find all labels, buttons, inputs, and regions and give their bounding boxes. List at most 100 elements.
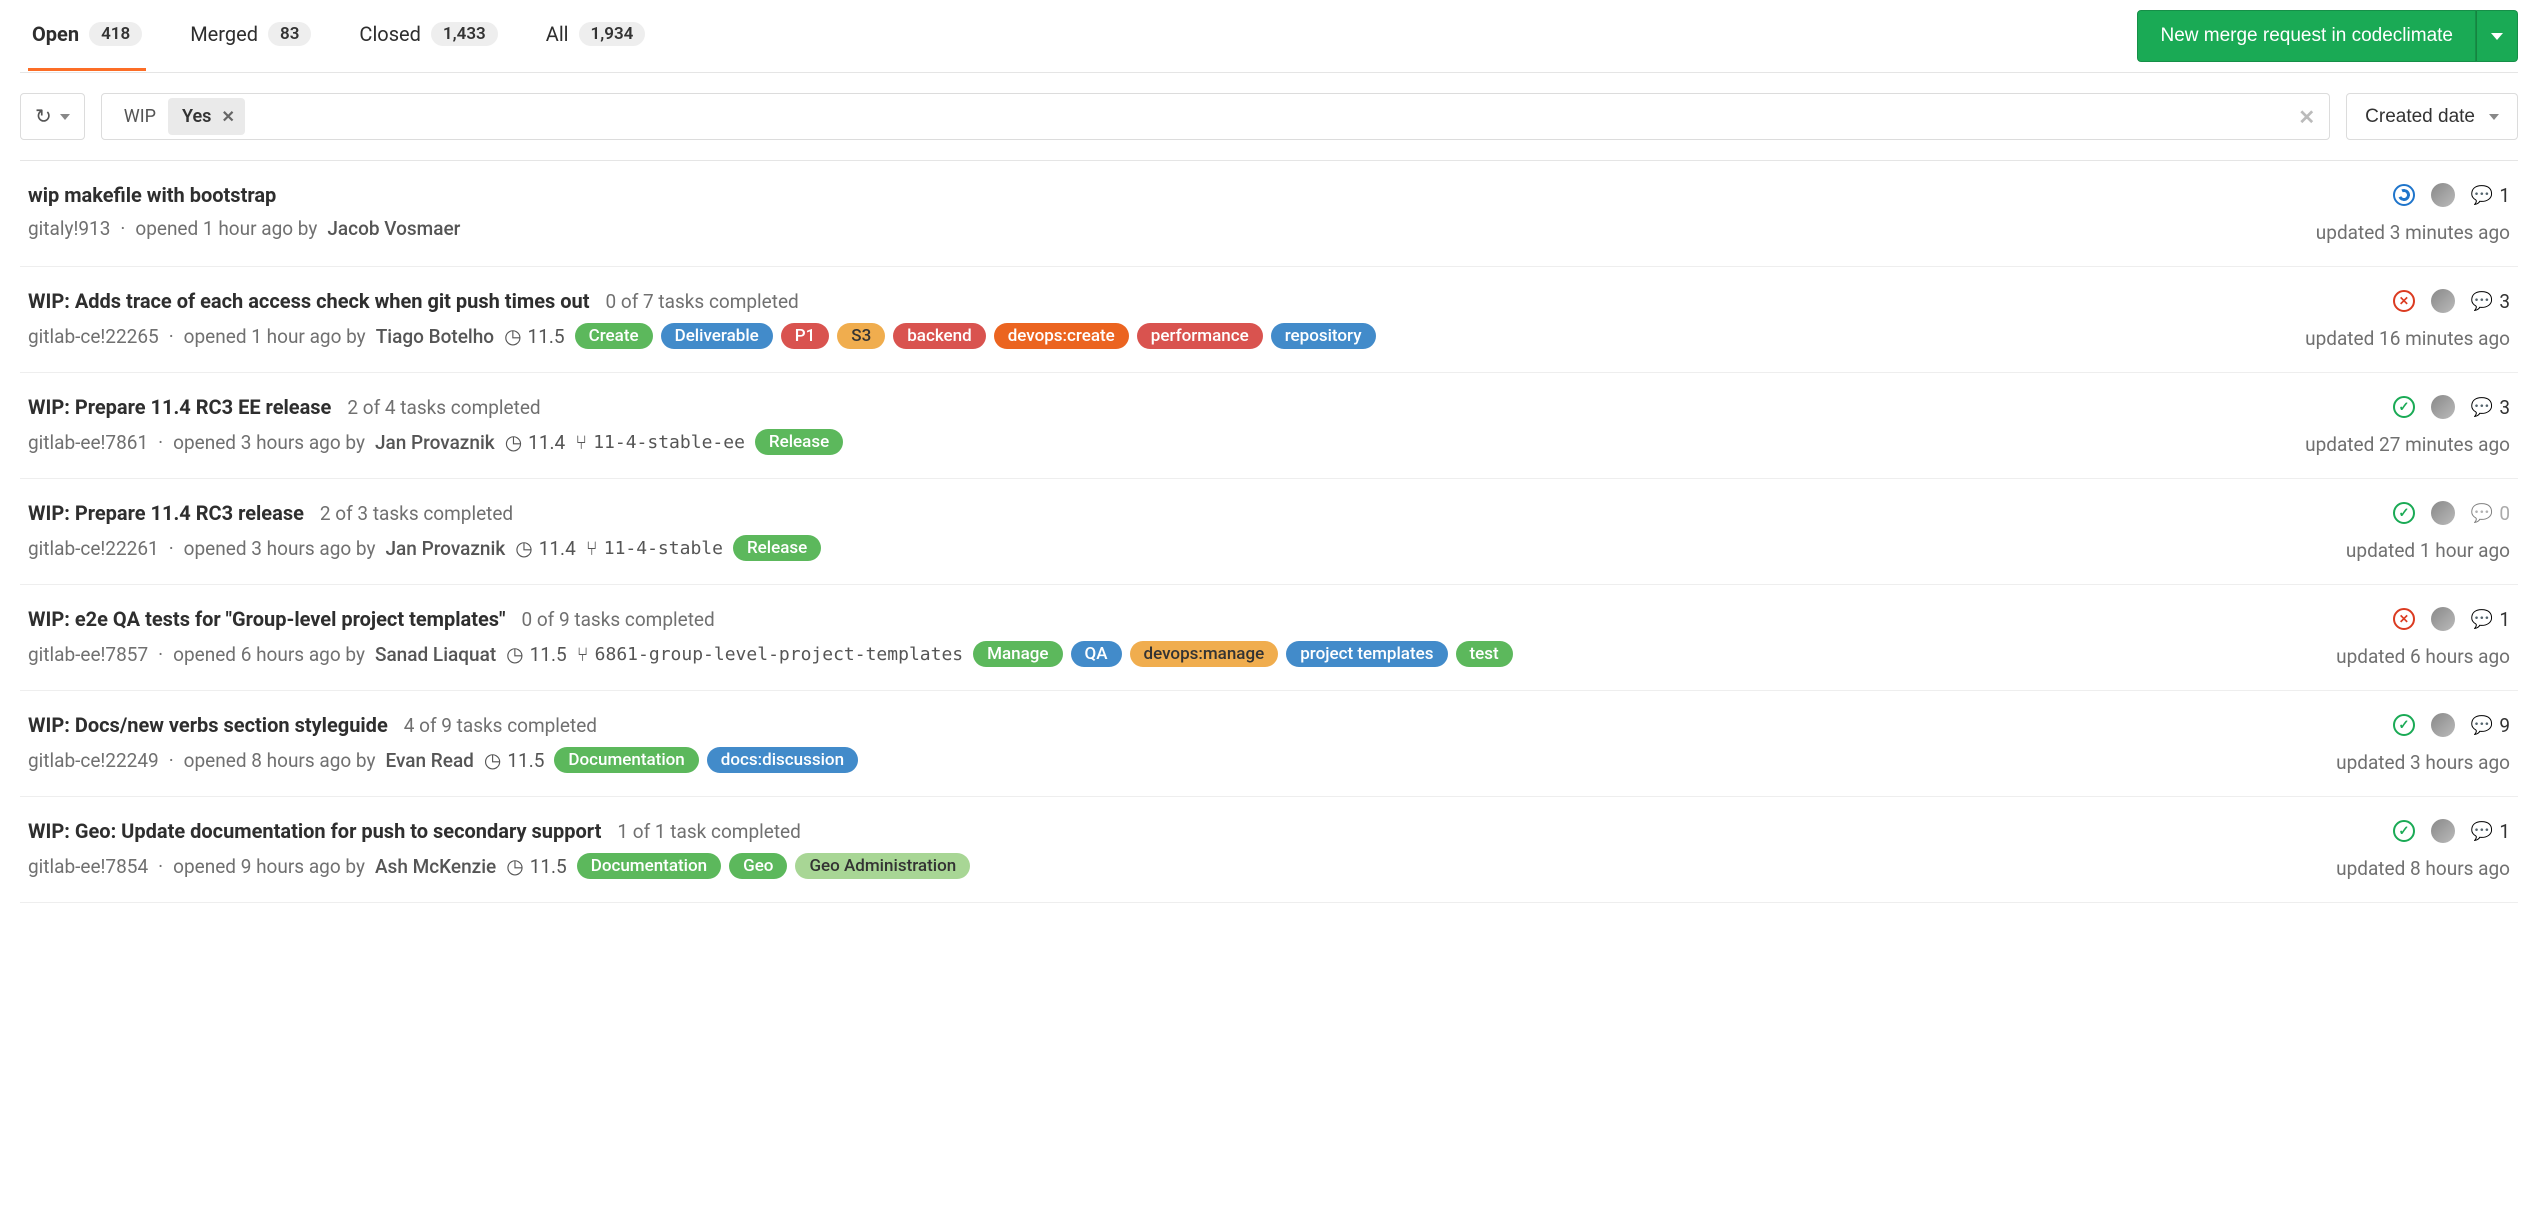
pipeline-status-failed-icon[interactable] — [2393, 608, 2415, 630]
filter-search-input[interactable]: WIP Yes ✕ ✕ — [101, 93, 2330, 140]
mr-title-link[interactable]: wip makefile with bootstrap — [28, 183, 276, 207]
comments-link[interactable]: 💬3 — [2471, 396, 2510, 419]
clock-icon — [504, 324, 521, 348]
label-chip[interactable]: devops:create — [994, 323, 1129, 349]
mr-status-row: 💬1 — [2393, 607, 2510, 631]
mr-title-link[interactable]: WIP: Adds trace of each access check whe… — [28, 289, 590, 313]
mr-title-link[interactable]: WIP: Prepare 11.4 RC3 release — [28, 501, 304, 525]
pipeline-status-passed-icon[interactable] — [2393, 820, 2415, 842]
label-chip[interactable]: Deliverable — [661, 323, 773, 349]
assignee-avatar[interactable] — [2431, 183, 2455, 207]
comments-link[interactable]: 💬1 — [2471, 184, 2510, 207]
comments-link[interactable]: 💬3 — [2471, 290, 2510, 313]
assignee-avatar[interactable] — [2431, 607, 2455, 631]
mr-reference[interactable]: gitaly!913 — [28, 217, 110, 240]
author-link[interactable]: Ash McKenzie — [375, 855, 496, 878]
pipeline-status-passed-icon[interactable] — [2393, 396, 2415, 418]
clock-icon — [484, 748, 501, 772]
mr-title-link[interactable]: WIP: e2e QA tests for "Group-level proje… — [28, 607, 505, 631]
label-chip[interactable]: performance — [1137, 323, 1263, 349]
mr-sidebar: 💬1updated 6 hours ago — [2210, 607, 2510, 668]
pipeline-status-passed-icon[interactable] — [2393, 502, 2415, 524]
remove-token-icon[interactable]: ✕ — [221, 107, 234, 126]
label-chip[interactable]: repository — [1271, 323, 1376, 349]
author-link[interactable]: Jacob Vosmaer — [327, 217, 460, 240]
tab-merged[interactable]: Merged 83 — [186, 2, 315, 71]
label-chip[interactable]: Release — [755, 429, 843, 455]
pipeline-status-failed-icon[interactable] — [2393, 290, 2415, 312]
assignee-avatar[interactable] — [2431, 501, 2455, 525]
label-chip[interactable]: Manage — [973, 641, 1062, 667]
assignee-avatar[interactable] — [2431, 819, 2455, 843]
label-chip[interactable]: Geo — [729, 853, 787, 879]
labels: Manage QA devops:manage project templates te… — [973, 641, 1513, 667]
mr-reference[interactable]: gitlab-ee!7857 — [28, 643, 148, 666]
target-branch[interactable]: 6861-group-level-project-templates — [577, 642, 963, 666]
comments-link[interactable]: 💬1 — [2471, 820, 2510, 843]
comments-count: 9 — [2499, 714, 2510, 737]
author-link[interactable]: Jan Provaznik — [375, 431, 495, 454]
pipeline-status-passed-icon[interactable] — [2393, 714, 2415, 736]
milestone[interactable]: 11.4 — [505, 430, 566, 454]
task-progress: 0 of 9 tasks completed — [521, 608, 714, 631]
tab-all[interactable]: All 1,934 — [542, 2, 650, 71]
mr-reference[interactable]: gitlab-ce!22265 — [28, 325, 159, 348]
author-link[interactable]: Sanad Liaquat — [375, 643, 496, 666]
milestone-label: 11.5 — [530, 855, 567, 878]
tab-closed[interactable]: Closed 1,433 — [355, 2, 501, 71]
milestone-label: 11.4 — [539, 537, 576, 560]
milestone[interactable]: 11.4 — [515, 536, 576, 560]
author-link[interactable]: Jan Provaznik — [385, 537, 505, 560]
assignee-avatar[interactable] — [2431, 395, 2455, 419]
mr-reference[interactable]: gitlab-ee!7854 — [28, 855, 148, 878]
updated-at: updated 27 minutes ago — [2305, 433, 2510, 456]
label-chip[interactable]: S3 — [837, 323, 885, 349]
label-chip[interactable]: project templates — [1286, 641, 1447, 667]
comments-link[interactable]: 💬1 — [2471, 608, 2510, 631]
opened-text: opened 1 hour ago by — [184, 325, 366, 348]
author-link[interactable]: Tiago Botelho — [376, 325, 494, 348]
milestone[interactable]: 11.5 — [506, 642, 567, 666]
recent-searches-button[interactable] — [20, 93, 85, 140]
mr-sidebar: 💬0 updated 1 hour ago — [2210, 501, 2510, 562]
label-chip[interactable]: Documentation — [577, 853, 721, 879]
milestone[interactable]: 11.5 — [504, 324, 565, 348]
assignee-avatar[interactable] — [2431, 289, 2455, 313]
mr-title-link[interactable]: WIP: Geo: Update documentation for push … — [28, 819, 601, 843]
mr-reference[interactable]: gitlab-ce!22261 — [28, 537, 159, 560]
clear-search-icon[interactable]: ✕ — [2298, 105, 2315, 129]
label-chip[interactable]: docs:discussion — [707, 747, 858, 773]
target-branch[interactable]: 11-4-stable-ee — [575, 430, 745, 454]
label-chip[interactable]: QA — [1071, 641, 1122, 667]
label-chip[interactable]: backend — [893, 323, 985, 349]
updated-at: updated 1 hour ago — [2346, 539, 2510, 562]
tab-open[interactable]: Open 418 — [28, 2, 146, 71]
assignee-avatar[interactable] — [2431, 713, 2455, 737]
mr-reference[interactable]: gitlab-ee!7861 — [28, 431, 148, 454]
mr-title-link[interactable]: WIP: Prepare 11.4 RC3 EE release — [28, 395, 331, 419]
sort-dropdown[interactable]: Created date — [2346, 93, 2518, 140]
labels: Create Deliverable P1 S3 backend devops:creat… — [575, 323, 1376, 349]
label-chip[interactable]: test — [1456, 641, 1513, 667]
mr-title-link[interactable]: WIP: Docs/new verbs section styleguide — [28, 713, 388, 737]
author-link[interactable]: Evan Read — [385, 749, 473, 772]
opened-text: opened 9 hours ago by — [173, 855, 365, 878]
milestone[interactable]: 11.5 — [484, 748, 545, 772]
label-chip[interactable]: P1 — [781, 323, 830, 349]
branch-name: 11-4-stable — [604, 538, 723, 559]
label-chip[interactable]: Geo Administration — [795, 853, 970, 879]
filter-token[interactable]: WIP Yes ✕ — [112, 98, 245, 135]
target-branch[interactable]: 11-4-stable — [586, 536, 723, 560]
label-chip[interactable]: Documentation — [554, 747, 698, 773]
new-merge-request-dropdown[interactable] — [2476, 10, 2518, 62]
comments-count: 3 — [2499, 290, 2510, 313]
new-merge-request-button[interactable]: New merge request in codeclimate — [2137, 10, 2476, 62]
comments-link[interactable]: 💬0 — [2471, 502, 2510, 525]
label-chip[interactable]: Release — [733, 535, 821, 561]
milestone[interactable]: 11.5 — [506, 854, 567, 878]
pipeline-status-running-icon[interactable] — [2393, 184, 2415, 206]
mr-reference[interactable]: gitlab-ce!22249 — [28, 749, 159, 772]
comments-link[interactable]: 💬9 — [2471, 714, 2510, 737]
label-chip[interactable]: Create — [575, 323, 653, 349]
label-chip[interactable]: devops:manage — [1130, 641, 1279, 667]
